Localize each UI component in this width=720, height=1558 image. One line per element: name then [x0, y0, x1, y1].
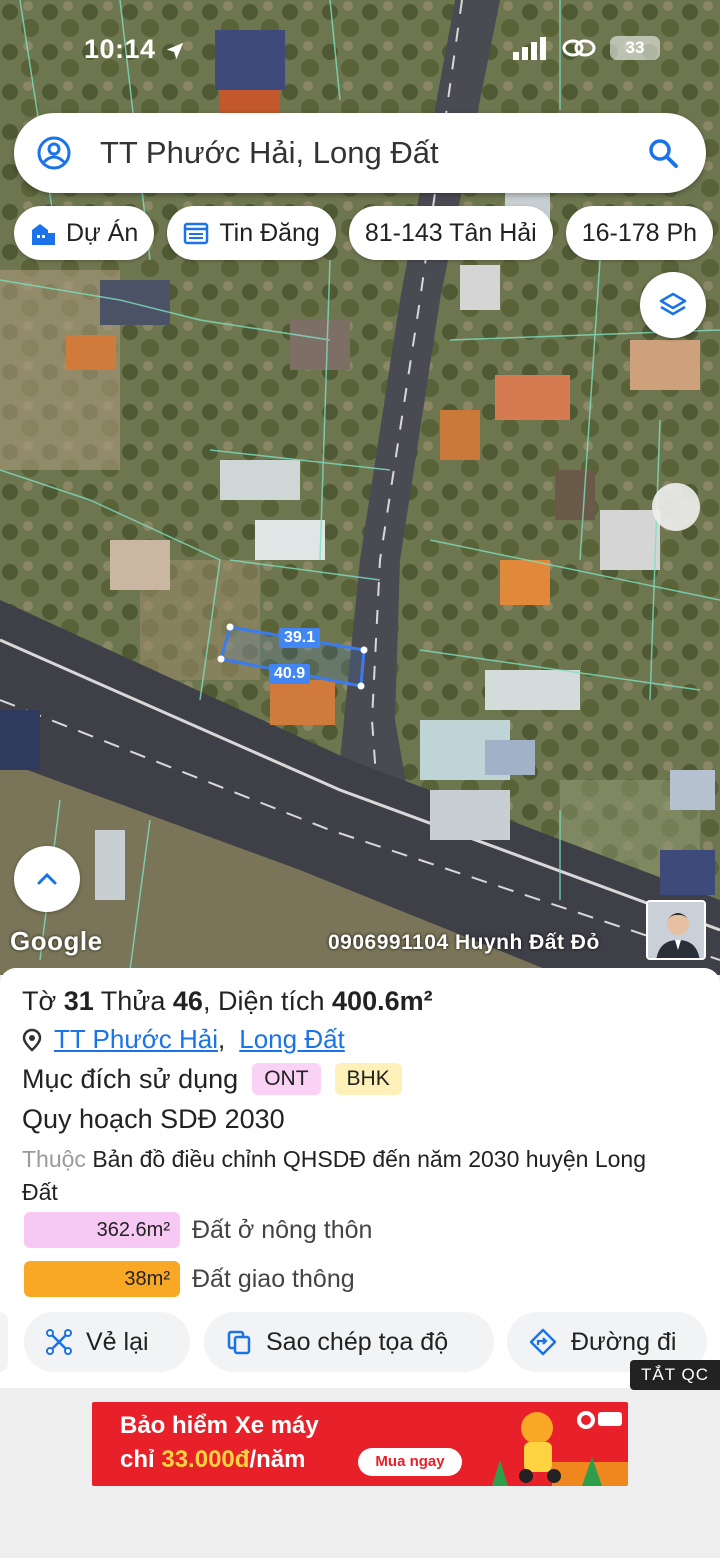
plan-desc-text: Bản đồ điều chỉnh QHSDĐ đến năm 2030 huy… [22, 1146, 646, 1205]
area-value: 400.6m² [332, 986, 433, 1016]
watermark-text: 0906991104 Huynh Đất Đỏ [328, 931, 600, 954]
zone-row: 362.6m² Đất ở nông thôn [24, 1212, 372, 1248]
zone-label: Đất giao thông [192, 1264, 355, 1293]
user-account-icon[interactable] [36, 135, 72, 171]
map-control-handle[interactable] [652, 483, 700, 531]
battery-indicator: 33 [610, 36, 660, 60]
expand-panel-button[interactable] [14, 846, 80, 912]
ad-buy-button[interactable]: Mua ngay [358, 1448, 462, 1476]
sheet-label: Tờ [22, 986, 57, 1016]
signal-icon [513, 37, 546, 60]
link-icon [562, 39, 596, 57]
chip-du-an[interactable]: Dự Án [14, 206, 155, 260]
plot-label: Thửa [100, 986, 166, 1016]
search-query[interactable]: TT Phước Hải, Long Đất [100, 135, 646, 171]
location-link-district[interactable]: Long Đất [239, 1024, 345, 1055]
avatar [646, 900, 706, 960]
usage-tag-ont: ONT [252, 1063, 321, 1095]
parcel-header: Tờ 31 Thửa 46, Diện tích 400.6m² [22, 986, 433, 1017]
land-usage-label: Mục đích sử dụng [22, 1063, 239, 1094]
chip-label: Tin Đăng [219, 218, 320, 247]
layers-button[interactable] [640, 272, 706, 338]
redraw-icon [46, 1329, 72, 1355]
zone-label: Đất ở nông thôn [192, 1215, 373, 1244]
plot-number: 46 [172, 986, 203, 1016]
layers-icon [659, 292, 687, 316]
directions-icon [529, 1328, 557, 1356]
location-arrow-icon [166, 42, 183, 60]
person-photo-icon [648, 902, 704, 958]
zone-area-badge: 362.6m² [24, 1212, 180, 1248]
status-icons: 33 [512, 36, 660, 60]
calendar-list-icon [184, 222, 209, 245]
chip-tin-dang[interactable]: Tin Đăng [167, 206, 336, 260]
ad-area: Bảo hiểm Xe máy chỉ 33.000đ/năm Mua ngay [0, 1390, 720, 1558]
copy-coordinates-button[interactable]: Sao chép tọa độ [204, 1312, 494, 1372]
ad-banner[interactable]: Bảo hiểm Xe máy chỉ 33.000đ/năm Mua ngay [92, 1402, 628, 1486]
land-usage-row: Mục đích sử dụng ONT BHK [22, 1063, 402, 1095]
area-label: , Diện tích [202, 986, 325, 1016]
location-separator: , [218, 1024, 226, 1054]
location-pin-icon [22, 1028, 42, 1052]
ad-price-prefix: chỉ [120, 1446, 155, 1473]
action-buttons: Vẻ lại Sao chép tọa độ Đường đi [0, 1312, 720, 1374]
sheet-number: 31 [63, 986, 94, 1016]
search-icon[interactable] [646, 136, 680, 170]
plan-prefix: Thuộc [22, 1146, 86, 1172]
filter-chips: Dự Án Tin Đăng 81-143 Tân Hải 16-178 Ph [14, 206, 714, 260]
ad-price: 33.000đ [161, 1446, 250, 1473]
ad-headline: Bảo hiểm Xe máy [120, 1412, 319, 1439]
zone-area-badge: 38m² [24, 1261, 180, 1297]
ad-subline: chỉ 33.000đ/năm [120, 1446, 305, 1474]
zone-row: 38m² Đất giao thông [24, 1261, 355, 1297]
partial-action-button[interactable] [0, 1312, 8, 1372]
app-root: 39.1 40.9 10:14 33 TT Phước Hải, Long Đấ… [0, 0, 720, 1558]
building-icon [32, 224, 55, 245]
chip-label: 81-143 Tân Hải [364, 218, 537, 247]
action-label: Vẻ lại [86, 1327, 149, 1356]
chip-address-1[interactable]: 81-143 Tân Hải [348, 206, 553, 260]
chip-label: Dự Án [66, 218, 139, 247]
search-bar[interactable]: TT Phước Hải, Long Đất [14, 113, 706, 193]
chip-label: 16-178 Ph [581, 218, 698, 247]
map-view[interactable]: 39.1 40.9 10:14 33 TT Phước Hải, Long Đấ… [0, 0, 720, 975]
plan-description: Thuộc Bản đồ điều chỉnh QHSDĐ đến năm 20… [22, 1143, 682, 1209]
google-logo: Google [10, 926, 103, 956]
status-time-text: 10:14 [84, 34, 156, 64]
action-label: Đường đi [571, 1327, 677, 1356]
edge-length-top: 39.1 [279, 628, 321, 648]
location-link-town[interactable]: TT Phước Hải [54, 1024, 218, 1055]
chevron-up-icon [37, 872, 57, 885]
usage-tag-bhk: BHK [334, 1063, 402, 1095]
parcel-info-panel: Tờ 31 Thửa 46, Diện tích 400.6m² TT Phướ… [0, 968, 720, 1388]
edge-length-bottom: 40.9 [269, 664, 311, 684]
action-label: Sao chép tọa độ [266, 1327, 449, 1356]
chip-address-2[interactable]: 16-178 Ph [565, 206, 714, 260]
parcel-location: TT Phước Hải, Long Đất [22, 1024, 345, 1055]
ad-price-suffix: /năm [249, 1446, 306, 1473]
hide-ads-button[interactable]: TẮT QC [630, 1360, 720, 1390]
status-time: 10:14 [84, 34, 186, 65]
plan-title: Quy hoạch SDĐ 2030 [22, 1104, 285, 1134]
copy-icon [227, 1330, 251, 1355]
scooter-rider-illustration [492, 1411, 628, 1486]
redraw-button[interactable]: Vẻ lại [24, 1312, 190, 1372]
